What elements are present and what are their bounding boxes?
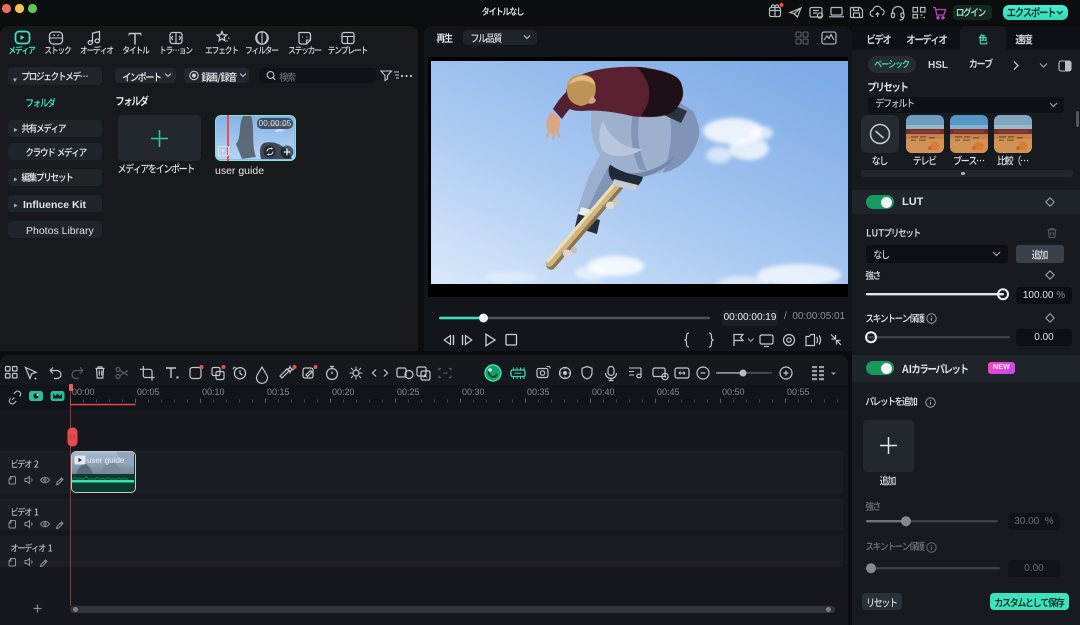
svg-text:00:20: 00:20 <box>332 387 355 397</box>
svg-text:00:45: 00:45 <box>657 387 680 397</box>
svg-text:00:10: 00:10 <box>202 387 225 397</box>
svg-text:00:00: 00:00 <box>72 387 95 397</box>
svg-text:00:50: 00:50 <box>722 387 745 397</box>
svg-text:00:40: 00:40 <box>592 387 615 397</box>
svg-text:00:35: 00:35 <box>527 387 550 397</box>
svg-text:00:25: 00:25 <box>397 387 420 397</box>
svg-text:00:30: 00:30 <box>462 387 485 397</box>
svg-text:00:05: 00:05 <box>137 387 160 397</box>
svg-text:00:15: 00:15 <box>267 387 290 397</box>
svg-text:00:55: 00:55 <box>787 387 810 397</box>
